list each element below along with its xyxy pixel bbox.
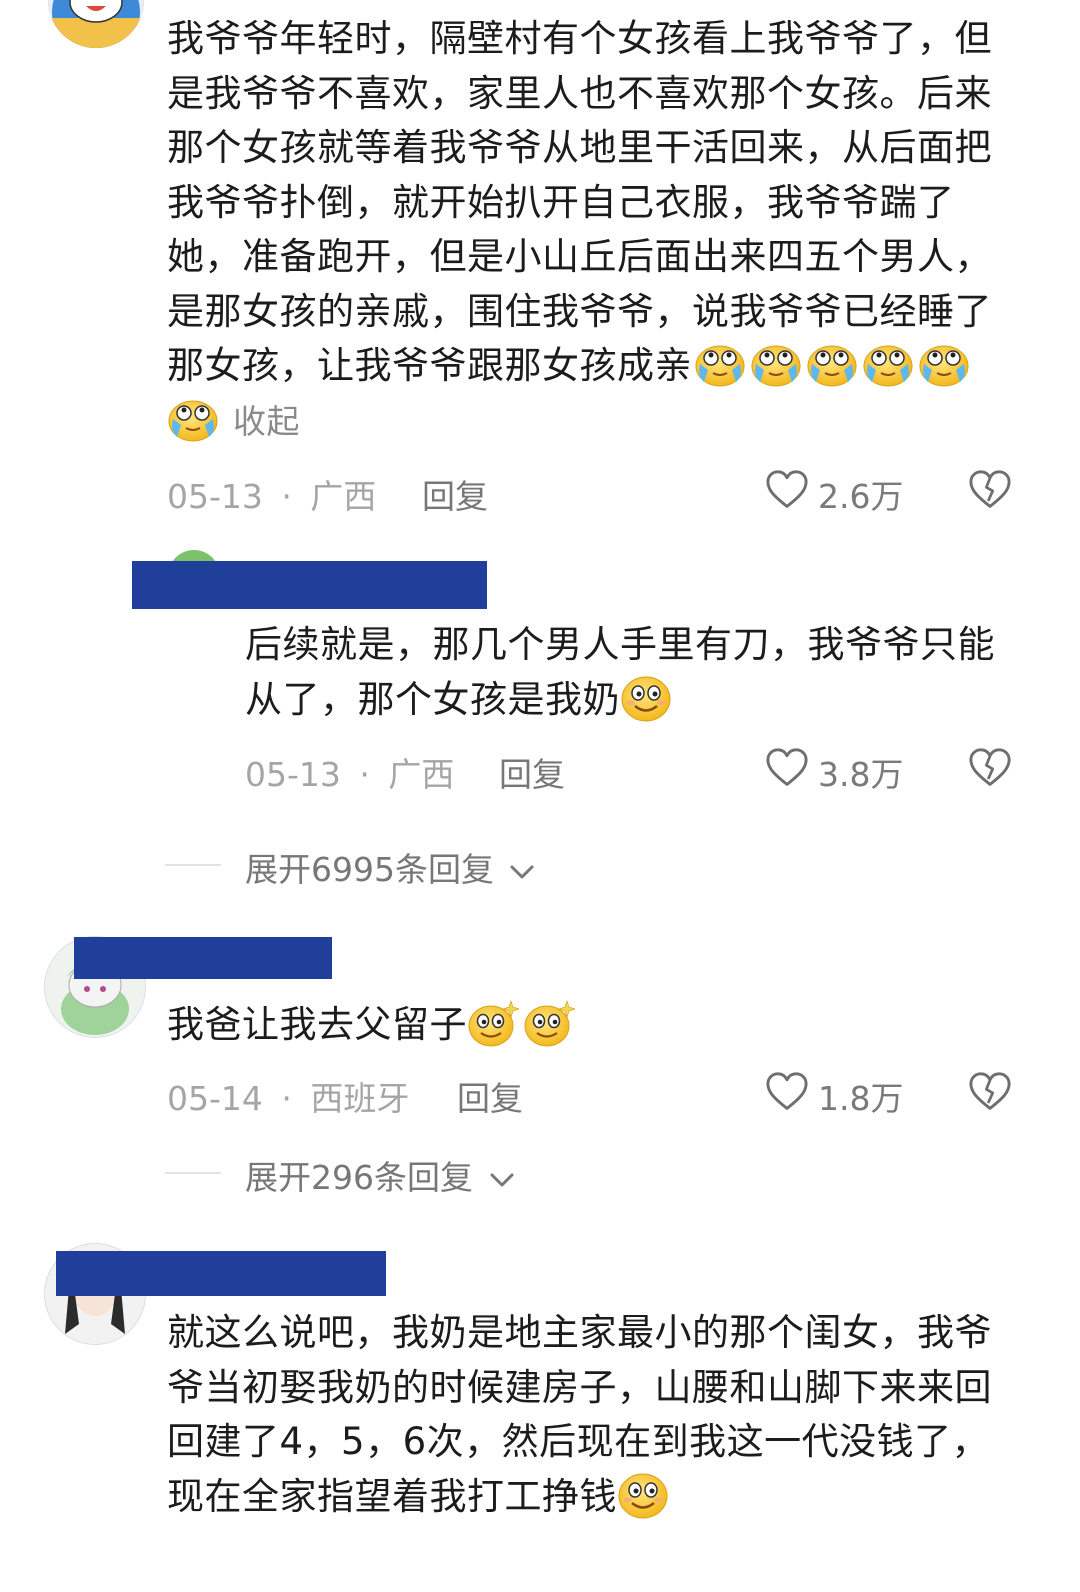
smile-emoji-icon — [617, 1471, 669, 1519]
crying-emoji-icon — [918, 340, 970, 388]
redacted-username — [74, 937, 332, 979]
crying-emoji-icon — [167, 395, 219, 443]
reply-button[interactable]: 回复 — [457, 1072, 523, 1120]
comment-meta: 05-13 · 广西 — [245, 748, 454, 796]
comment-meta: 05-13 · 广西 — [167, 470, 376, 518]
heart-outline-icon[interactable] — [765, 470, 809, 510]
crying-emoji-icon — [694, 340, 746, 388]
redacted-username — [132, 561, 487, 609]
meta-separator: · — [359, 755, 370, 794]
meta-separator: · — [281, 477, 292, 516]
comment-text: 我爷爷年轻时，隔壁村有个女孩看上我爷爷了，但是我爷爷不喜欢，家里人也不喜欢那个女… — [167, 17, 992, 443]
divider — [165, 1172, 221, 1174]
comment-location: 广西 — [388, 755, 455, 794]
crying-emoji-icon — [806, 340, 858, 388]
broken-heart-icon[interactable] — [968, 1072, 1012, 1112]
comment-date: 05-14 — [167, 1079, 263, 1118]
cartoon-avatar-icon — [48, 0, 144, 48]
chevron-down-icon — [510, 865, 534, 878]
broken-heart-icon[interactable] — [968, 748, 1012, 788]
collapse-link[interactable]: 收起 — [233, 402, 300, 441]
expand-replies-label: 展开296条回复 — [245, 1158, 473, 1197]
reply-button[interactable]: 回复 — [499, 748, 565, 796]
heart-outline-icon[interactable] — [765, 1072, 809, 1112]
meta-separator: · — [281, 1079, 292, 1118]
heart-outline-icon[interactable] — [765, 748, 809, 788]
comment-date: 05-13 — [167, 477, 263, 516]
comment-text: 后续就是，那几个男人手里有刀，我爷爷只能从了，那个女孩是我奶 — [245, 623, 995, 722]
divider — [165, 864, 221, 866]
chevron-down-icon — [490, 1173, 513, 1186]
comment-meta: 05-14 · 西班牙 — [167, 1072, 409, 1120]
smile-emoji-icon — [620, 674, 672, 722]
sparkle-smile-emoji-icon — [523, 999, 575, 1047]
like-count: 3.8万 — [818, 755, 904, 794]
comment-text: 我爸让我去父留子 — [167, 998, 1007, 1053]
redacted-username — [56, 1251, 386, 1296]
expand-replies-button[interactable]: 展开296条回复 — [245, 1151, 516, 1199]
avatar[interactable] — [48, 0, 144, 48]
sparkle-smile-emoji-icon — [467, 999, 519, 1047]
crying-emoji-icon — [862, 340, 914, 388]
broken-heart-icon[interactable] — [968, 470, 1012, 510]
reply-button[interactable]: 回复 — [422, 470, 488, 518]
comment-text: 就这么说吧，我奶是地主家最小的那个闺女，我爷爷当初娶我奶的时候建房子，山腰和山脚… — [167, 1311, 992, 1519]
crying-emoji-icon — [750, 340, 802, 388]
comment-location: 西班牙 — [310, 1079, 410, 1118]
expand-replies-button[interactable]: 展开6995条回复 — [245, 843, 536, 891]
like-count: 1.8万 — [818, 1079, 904, 1118]
like-count: 2.6万 — [818, 477, 904, 516]
comment-location: 广西 — [310, 477, 377, 516]
comment-date: 05-13 — [245, 755, 341, 794]
expand-replies-label: 展开6995条回复 — [245, 850, 494, 889]
